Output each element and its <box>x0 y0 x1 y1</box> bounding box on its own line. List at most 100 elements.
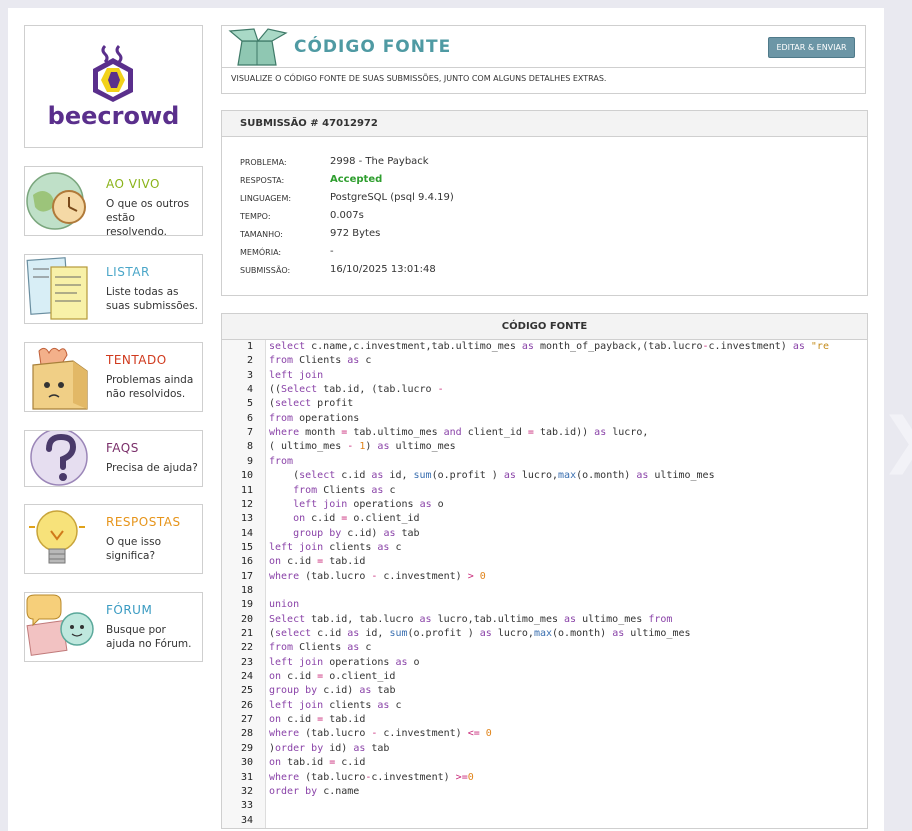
code-line: 9 from <box>222 456 867 470</box>
code-text: select c.name,c.investment,tab.ultimo_me… <box>269 341 829 352</box>
code-text: on tab.id = c.id <box>269 757 366 769</box>
line-number: 28 <box>240 728 253 740</box>
code-line: 7 where month = tab.ultimo_mes and client… <box>222 427 867 441</box>
code-line: 2 from Clients as c <box>222 355 867 369</box>
code-text: left join operations as o <box>269 656 420 668</box>
field-row-linguagem: LINGUAGEM: PostgreSQL (psql 9.4.19) <box>240 191 840 209</box>
line-number: 13 <box>240 513 253 525</box>
code-line: 24 on c.id = o.client_id <box>222 671 867 685</box>
line-number: 17 <box>240 570 253 582</box>
line-number: 26 <box>240 699 253 711</box>
code-line: 20 Select tab.id, tab.lucro as lucro,tab.… <box>222 614 867 628</box>
open-box-icon <box>228 28 288 66</box>
line-number: 23 <box>240 656 253 668</box>
line-number: 3 <box>246 369 253 381</box>
code-line: 12 left join operations as o <box>222 499 867 513</box>
notes-icon <box>25 255 97 323</box>
code-line: 25 group by c.id) as tab <box>222 685 867 699</box>
sidebar-item-forum[interactable]: FÓRUM Busque por ajuda no Fórum. <box>24 592 203 662</box>
line-number: 6 <box>246 412 253 424</box>
field-value: 2998 - The Payback <box>330 156 429 167</box>
code-text: where month = tab.ultimo_mes and client_… <box>269 427 649 439</box>
lightbulb-icon <box>25 505 97 573</box>
code-line: 15 left join clients as c <box>222 542 867 556</box>
field-row-tamanho: TAMANHO: 972 Bytes <box>240 227 840 245</box>
sidebar-item-tentado[interactable]: TENTADO Problemas ainda não resolvidos. <box>24 342 203 412</box>
line-number: 31 <box>240 771 253 783</box>
code-line: 21 (select c.id as id, sum(o.profit ) as … <box>222 628 867 642</box>
sidebar-item-respostas[interactable]: RESPOSTAS O que isso significa? <box>24 504 203 574</box>
code-text: group by c.id) as tab <box>269 685 396 697</box>
sidebar-item-title: RESPOSTAS <box>106 515 181 529</box>
code-line: 18 <box>222 585 867 599</box>
line-number: 29 <box>240 742 253 754</box>
code-text: from Clients as c <box>269 642 372 654</box>
sidebar-item-title: AO VIVO <box>106 177 160 191</box>
logo-box[interactable]: beecrowd <box>24 25 203 148</box>
code-text: left join <box>269 369 324 381</box>
line-number: 1 <box>246 341 253 352</box>
field-value: 16/10/2025 13:01:48 <box>330 264 436 275</box>
code-text: (select c.id as id, sum(o.profit ) as lu… <box>269 628 691 639</box>
question-mark-icon <box>25 431 97 486</box>
line-number: 22 <box>240 642 253 654</box>
code-text: left join clients as c <box>269 699 402 711</box>
sidebar-item-desc: Busque por ajuda no Fórum. <box>106 624 192 650</box>
code-text: group by c.id) as tab <box>293 527 420 539</box>
field-label: TAMANHO: <box>240 230 283 239</box>
sidebar-item-faqs[interactable]: FAQS Precisa de ajuda? <box>24 430 203 487</box>
status-value: Accepted <box>330 174 383 185</box>
box-character-icon <box>25 343 97 411</box>
line-number: 12 <box>240 498 253 510</box>
field-row-resposta: RESPOSTA: Accepted <box>240 173 840 191</box>
code-text: where (tab.lucro - c.investment) <= 0 <box>269 728 492 740</box>
line-number: 25 <box>240 685 253 697</box>
field-value: 972 Bytes <box>330 228 381 239</box>
field-row-tempo: TEMPO: 0.007s <box>240 209 840 227</box>
sidebar-item-listar[interactable]: LISTAR Liste todas as suas submissões. <box>24 254 203 324</box>
field-value: PostgreSQL (psql 9.4.19) <box>330 192 454 203</box>
code-line: 29)order by id) as tab <box>222 743 867 757</box>
code-text: from operations <box>269 412 360 424</box>
field-label: PROBLEMA: <box>240 158 287 167</box>
sidebar-item-ao-vivo[interactable]: AO VIVO O que os outros estão resolvendo… <box>24 166 203 238</box>
page-header-top: CÓDIGO FONTE EDITAR & ENVIAR <box>222 26 865 68</box>
sidebar-item-desc: Liste todas as suas submissões. <box>106 286 198 312</box>
line-number: 33 <box>240 800 253 812</box>
code-text: on c.id = tab.id <box>269 714 366 726</box>
line-number: 34 <box>240 814 253 826</box>
sidebar-item-title: LISTAR <box>106 265 150 279</box>
sidebar-item-title: FÓRUM <box>106 603 153 617</box>
edit-submit-button[interactable]: EDITAR & ENVIAR <box>768 37 855 58</box>
field-row-memoria: MEMÓRIA: - <box>240 245 840 263</box>
sidebar-item-desc: Problemas ainda não resolvidos. <box>106 374 194 400</box>
code-line: 17 where (tab.lucro - c.investment) > 0 <box>222 571 867 585</box>
code-line: 8 ( ultimo_mes - 1) as ultimo_mes <box>222 441 867 455</box>
source-code-heading: CÓDIGO FONTE <box>501 321 588 332</box>
code-line: 13 on c.id = o.client_id <box>222 513 867 527</box>
chat-bubbles-icon <box>25 593 97 661</box>
line-number: 24 <box>240 671 253 683</box>
code-line: 28 where (tab.lucro - c.investment) <= 0 <box>222 728 867 742</box>
code-text: left join operations as o <box>293 498 444 510</box>
code-text: (select profit <box>269 398 354 410</box>
code-text: (select c.id as id, sum(o.profit ) as lu… <box>269 470 715 482</box>
field-label: TEMPO: <box>240 212 271 221</box>
code-text: where (tab.lucro - c.investment) > 0 <box>269 570 486 582</box>
code-line: 5 (select profit <box>222 398 867 412</box>
field-row-submissao: SUBMISSÃO: 16/10/2025 13:01:48 <box>240 263 840 281</box>
code-text: ( ultimo_mes - 1) as ultimo_mes <box>269 441 456 453</box>
line-number: 20 <box>240 613 253 625</box>
code-line: 3 left join <box>222 370 867 384</box>
code-line: 11 from Clients as c <box>222 485 867 499</box>
code-line: 34 <box>222 814 867 828</box>
submission-heading: SUBMISSÃO # 47012972 <box>240 118 378 129</box>
line-number: 5 <box>246 398 253 410</box>
right-chevron-icon: ❯ <box>880 405 912 475</box>
page-subtitle: VISUALIZE O CÓDIGO FONTE DE SUAS SUBMISS… <box>231 74 607 83</box>
field-value: - <box>330 246 334 257</box>
field-row-problema: PROBLEMA: 2998 - The Payback <box>240 155 840 173</box>
field-label: LINGUAGEM: <box>240 194 292 203</box>
code-line: 32 order by c.name <box>222 786 867 800</box>
code-line: 26 left join clients as c <box>222 700 867 714</box>
